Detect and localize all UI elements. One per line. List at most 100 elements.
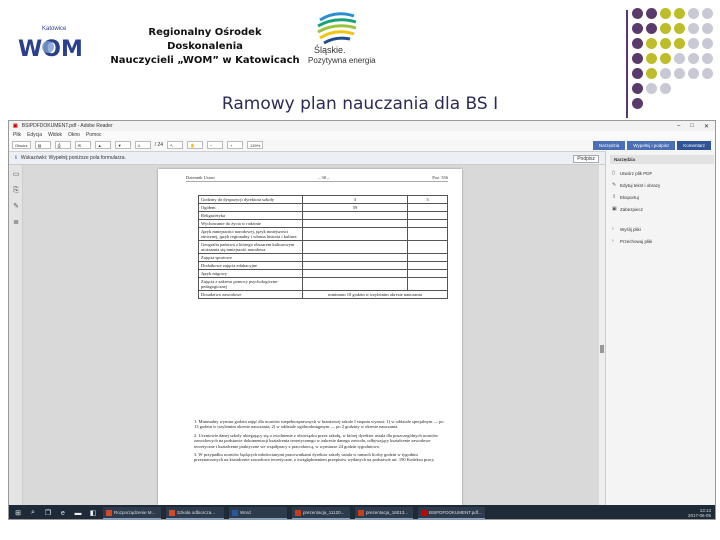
minimize-icon[interactable]: – xyxy=(677,123,680,130)
menu-file[interactable]: Plik xyxy=(13,132,21,138)
page-number-input[interactable]: 4 xyxy=(134,141,151,149)
page-header-right: Poz. 356 xyxy=(432,175,448,180)
taskbar-app[interactable]: prezentacja_11120... xyxy=(292,507,350,519)
taskbar-app[interactable]: prezentacja_16013... xyxy=(355,507,413,519)
explorer-icon[interactable]: ▬ xyxy=(73,508,83,518)
tool-label: Zabezpiecz xyxy=(620,207,644,212)
task-view-icon[interactable]: ❐ xyxy=(43,508,53,518)
tool-store-files[interactable]: › Przechowuj pliki xyxy=(612,239,652,245)
menu-view[interactable]: Widok xyxy=(48,132,62,138)
decorative-dot xyxy=(632,8,643,19)
table-cell-value xyxy=(302,219,408,228)
layers-icon[interactable]: ≣ xyxy=(12,219,20,227)
sign-button[interactable]: Podpisz xyxy=(573,155,599,163)
table-cell-value: 59 xyxy=(302,203,408,212)
zoom-select[interactable]: 139% xyxy=(247,141,264,149)
attachments-icon[interactable]: ⎘ xyxy=(12,187,20,195)
search-icon[interactable]: ⌕ xyxy=(28,508,38,518)
next-page-icon[interactable]: ▼ xyxy=(114,141,131,149)
window-controls: – □ ✕ xyxy=(677,123,715,130)
decorative-dot xyxy=(646,38,657,49)
table-row: Ogółem 59 xyxy=(198,203,448,212)
page-total: / 24 xyxy=(154,142,164,148)
chevron-right-icon: › xyxy=(612,226,614,232)
tools-panel: Narzędzia ▯ Utwórz plik PDF ✎ Edytuj tekst… xyxy=(605,151,715,505)
zoom-out-icon[interactable]: − xyxy=(207,141,224,149)
decorative-dot xyxy=(660,8,671,19)
tool-edit[interactable]: ✎ Edytuj tekst i obrazy xyxy=(612,183,660,189)
scrollbar-thumb[interactable] xyxy=(600,345,604,353)
print-icon[interactable]: ⎙ xyxy=(54,141,71,149)
taskbar-app-label: Word xyxy=(240,510,251,515)
store-icon[interactable]: ◧ xyxy=(88,508,98,518)
menu-help[interactable]: Pomoc xyxy=(86,132,102,138)
close-icon[interactable]: ✕ xyxy=(704,123,709,130)
open-button[interactable]: Otwórz xyxy=(12,141,31,149)
pages-panel-icon[interactable]: ▭ xyxy=(12,171,20,179)
task-tabs: Narzędzia Wypełnij i podpisz Komentarz xyxy=(592,140,715,150)
zoom-in-icon[interactable]: + xyxy=(227,141,244,149)
left-navigation-rail: ▭ ⎘ ✎ ≣ xyxy=(9,165,23,505)
slide-title: Ramowy plan nauczania dla BS I xyxy=(221,94,499,114)
taskbar-app-label: prezentacja_16013... xyxy=(366,510,409,515)
taskbar-app[interactable]: BSIPDFDOKUMENT.pdf... xyxy=(418,507,485,519)
decorative-dot xyxy=(688,53,699,64)
decorative-dot xyxy=(646,68,657,79)
hand-tool-icon[interactable]: ✋ xyxy=(187,141,204,149)
decorative-dot xyxy=(646,83,657,94)
tool-protect[interactable]: ▣ Zabezpiecz xyxy=(612,207,644,213)
decorative-dot xyxy=(660,38,671,49)
table-row: Zajęcia sportowe xyxy=(198,253,448,262)
table-cell-value xyxy=(407,240,448,254)
form-notice-bar: ℹ Wskazówki: Wypełnij poniższe pola form… xyxy=(9,152,605,165)
tab-tools[interactable]: Narzędzia xyxy=(592,140,626,150)
table-cell-value xyxy=(407,277,448,291)
taskbar-clock[interactable]: 13:13 2017-06-05 xyxy=(688,508,715,518)
decorative-dot xyxy=(674,68,685,79)
table-cell-label: Zajęcia sportowe xyxy=(198,253,303,262)
table-cell-value xyxy=(407,211,448,220)
start-icon[interactable]: ⊞ xyxy=(13,508,23,518)
edge-icon[interactable]: e xyxy=(58,508,68,518)
tab-comment[interactable]: Komentarz xyxy=(677,140,711,150)
prev-page-icon[interactable]: ▲ xyxy=(94,141,111,149)
tool-send-files[interactable]: › Wyślij pliki xyxy=(612,226,641,233)
windows-taskbar: ⊞ ⌕ ❐ e ▬ ◧ Rozporządzenie M... Szkoła o… xyxy=(9,505,715,519)
tools-panel-header[interactable]: Narzędzia xyxy=(610,155,714,164)
table-cell-value xyxy=(302,269,408,278)
tool-label: Wyślij pliki xyxy=(620,227,641,232)
save-icon[interactable]: ▤ xyxy=(34,141,51,149)
app-icon xyxy=(358,509,364,516)
table-cell-label: Geografia państwa z którego obszarem kul… xyxy=(198,240,303,254)
pdf-page: Dziennik Ustaw – 30 – Poz. 356 Godziny d… xyxy=(158,169,462,505)
menu-window[interactable]: Okno xyxy=(68,132,80,138)
table-cell-value xyxy=(407,253,448,262)
table-cell-label: Język mniejszości narodowej, język mniej… xyxy=(198,227,303,241)
tab-fill-sign[interactable]: Wypełnij i podpisz xyxy=(627,140,676,150)
decorative-dot xyxy=(646,8,657,19)
maximize-icon[interactable]: □ xyxy=(690,123,694,130)
tool-create-pdf[interactable]: ▯ Utwórz plik PDF xyxy=(612,170,652,177)
table-row: Godziny do dyspozycji dyrektora szkoły 3 3 xyxy=(198,195,448,204)
taskbar-app[interactable]: Rozporządzenie M... xyxy=(103,507,161,519)
menu-edit[interactable]: Edycja xyxy=(27,132,42,138)
decorative-dot xyxy=(688,8,699,19)
app-icon xyxy=(295,509,301,516)
decorative-dot xyxy=(632,53,643,64)
page-header-center: – 30 – xyxy=(318,175,330,180)
taskbar-app[interactable]: Word xyxy=(229,507,287,519)
email-icon[interactable]: ✉ xyxy=(74,141,91,149)
table-cell-label: Religia/etyka xyxy=(198,211,303,220)
taskbar-app[interactable]: Szkoła odbiorcza... xyxy=(166,507,224,519)
tool-export[interactable]: ⇪ Eksportuj xyxy=(612,194,639,201)
document-area[interactable]: Dziennik Ustaw – 30 – Poz. 356 Godziny d… xyxy=(23,165,605,505)
signatures-icon[interactable]: ✎ xyxy=(12,203,20,211)
table-row: Dodatkowe zajęcia edukacyjne xyxy=(198,261,448,270)
table-row: Geografia państwa z którego obszarem kul… xyxy=(198,240,448,254)
table-cell-value: 3 xyxy=(302,195,408,204)
select-tool-icon[interactable]: ↖ xyxy=(167,141,184,149)
decorative-dot xyxy=(660,83,671,94)
region-tagline: Pozytywna energia xyxy=(308,56,376,65)
export-icon: ⇪ xyxy=(612,194,617,200)
document-icon: ▯ xyxy=(612,170,615,176)
